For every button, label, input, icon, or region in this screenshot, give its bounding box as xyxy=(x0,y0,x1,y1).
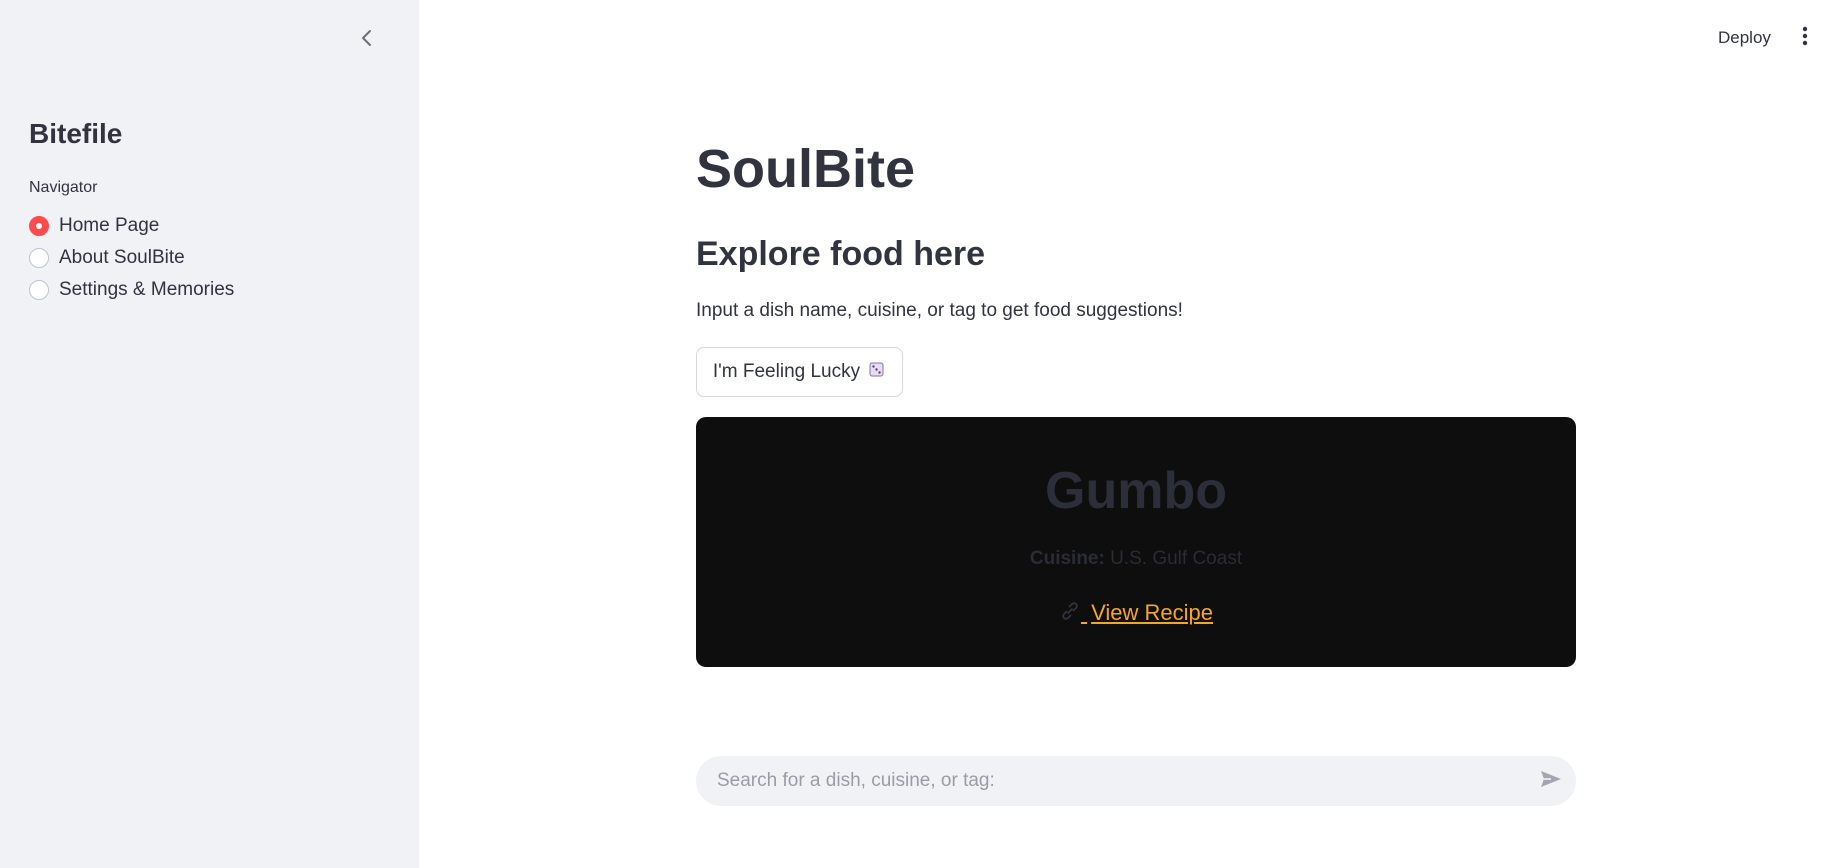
feeling-lucky-button[interactable]: I'm Feeling Lucky xyxy=(696,347,903,397)
page-title: SoulBite xyxy=(696,139,916,199)
chevron-left-icon xyxy=(360,29,374,52)
nav-item-label: Home Page xyxy=(59,215,160,236)
view-recipe-link[interactable]: View Recipe xyxy=(1059,600,1213,625)
nav-item-label: About SoulBite xyxy=(59,247,185,268)
dish-name: Gumbo xyxy=(1045,462,1227,520)
nav-item-label: Settings & Memories xyxy=(59,279,235,300)
send-button[interactable] xyxy=(1526,756,1576,806)
navigator-radio-group: Home Page About SoulBite Settings & Memo… xyxy=(29,210,234,306)
page-subtitle: Explore food here xyxy=(696,235,986,273)
nav-item-settings-memories[interactable]: Settings & Memories xyxy=(29,274,234,306)
sidebar-title: Bitefile xyxy=(29,118,123,149)
cuisine-value: U.S. Gulf Coast xyxy=(1110,548,1243,569)
dice-icon xyxy=(868,360,886,384)
page-description: Input a dish name, cuisine, or tag to ge… xyxy=(696,300,1183,321)
main-menu-button[interactable] xyxy=(1795,24,1815,52)
sidebar: Bitefile Navigator Home Page About SoulB… xyxy=(0,0,419,868)
deploy-button[interactable]: Deploy xyxy=(1710,24,1779,52)
radio-home-page[interactable] xyxy=(29,216,49,236)
search-bar xyxy=(696,756,1576,806)
view-recipe-label: View Recipe xyxy=(1091,600,1213,625)
dish-card: Gumbo Cuisine: U.S. Gulf Coast View Reci… xyxy=(696,417,1576,667)
more-vertical-icon xyxy=(1802,26,1808,51)
app-root: Bitefile Navigator Home Page About SoulB… xyxy=(0,0,1845,868)
dish-cuisine: Cuisine: U.S. Gulf Coast xyxy=(696,548,1576,570)
feeling-lucky-label: I'm Feeling Lucky xyxy=(712,361,861,382)
navigator-label: Navigator xyxy=(29,179,98,196)
search-input[interactable] xyxy=(696,756,1526,806)
radio-about-soulbite[interactable] xyxy=(29,248,49,268)
nav-item-about-soulbite[interactable]: About SoulBite xyxy=(29,242,234,274)
link-icon xyxy=(1059,600,1087,625)
recipe-link-row: View Recipe xyxy=(696,600,1576,626)
nav-item-home-page[interactable]: Home Page xyxy=(29,210,234,242)
collapse-sidebar-button[interactable] xyxy=(353,26,381,54)
radio-settings-memories[interactable] xyxy=(29,280,49,300)
send-icon xyxy=(1539,769,1563,794)
cuisine-label: Cuisine: xyxy=(1029,548,1105,569)
